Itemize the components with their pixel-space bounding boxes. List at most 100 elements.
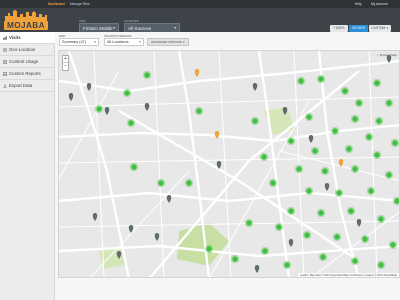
visit-cluster-marker[interactable] (346, 206, 356, 216)
visits-icon (2, 36, 7, 40)
sidebar: Visits Geo-Location Content Usage Custom… (0, 32, 55, 300)
visit-cluster-marker[interactable] (294, 164, 304, 174)
visit-cluster-marker[interactable] (320, 166, 330, 176)
visit-cluster-marker[interactable] (156, 178, 166, 188)
zoom-control: + − (62, 55, 69, 71)
visit-cluster-marker[interactable] (142, 70, 152, 80)
country-select-value: All Locations (107, 40, 129, 44)
sources-value: All Sources (128, 26, 152, 31)
visit-cluster-marker[interactable] (384, 170, 394, 180)
visit-cluster-marker[interactable] (129, 162, 139, 172)
expand-map-button[interactable]: ⤢ Expand Map (377, 53, 397, 57)
range-30-days-button[interactable]: 30 DAYS (349, 25, 368, 32)
expand-map-label: Expand Map (380, 53, 397, 57)
visit-cluster-marker[interactable] (184, 178, 194, 188)
range-7-days-button[interactable]: 7 DAYS (330, 25, 348, 32)
range-custom-button[interactable]: CUSTOM ▼ (369, 25, 391, 32)
visit-cluster-marker[interactable] (122, 88, 132, 98)
visit-cluster-marker[interactable] (332, 232, 342, 242)
globe-icon (2, 48, 7, 52)
visit-cluster-marker[interactable] (259, 152, 269, 162)
header-bar: MOJABA SITE Firstsio Mobile Corporate ▼ … (0, 8, 400, 40)
visit-cluster-marker[interactable] (376, 214, 386, 224)
visit-cluster-marker[interactable] (330, 126, 340, 136)
visit-cluster-marker[interactable] (388, 240, 398, 250)
sidebar-item-label: Export Data (9, 83, 33, 88)
visit-cluster-marker[interactable] (260, 246, 270, 256)
visit-cluster-marker[interactable] (364, 132, 374, 142)
map-attribution: Leaflet | Map data © 2013 OpenStreetMap … (297, 273, 399, 277)
sidebar-item-label: Geo-Location (9, 47, 36, 52)
map-view[interactable]: + − ⤢ Expand Map Leaflet | Map data © 20… (58, 50, 400, 278)
logo-text: MOJABA (4, 21, 48, 30)
chevron-down-icon: ▼ (93, 40, 97, 44)
sidebar-item-custom-reports[interactable]: Custom Reports (0, 68, 55, 80)
visit-cluster-marker[interactable] (310, 146, 320, 156)
visit-cluster-marker[interactable] (390, 138, 399, 148)
sidebar-item-visits[interactable]: Visits (0, 32, 55, 44)
visit-cluster-marker[interactable] (126, 118, 136, 128)
visit-cluster-marker[interactable] (286, 136, 296, 146)
nav-dashboard-link[interactable]: Dashboard (48, 2, 65, 6)
sidebar-item-label: Custom Reports (9, 71, 41, 76)
visit-cluster-marker[interactable] (286, 206, 296, 216)
visit-cluster-marker[interactable] (316, 208, 326, 218)
logo[interactable]: MOJABA (4, 10, 48, 30)
visit-cluster-marker[interactable] (230, 254, 240, 264)
visit-cluster-marker[interactable] (204, 244, 214, 254)
visit-cluster-marker[interactable] (372, 78, 382, 88)
sidebar-item-content-usage[interactable]: Content Usage (0, 56, 55, 68)
sidebar-item-export-data[interactable]: Export Data (0, 80, 55, 92)
country-select[interactable]: All Locations ▼ (104, 38, 144, 46)
help-link[interactable]: Help (355, 2, 362, 6)
map-select[interactable]: Summary (47) ▼ (59, 38, 99, 46)
chevron-down-icon: ▼ (386, 27, 389, 30)
sidebar-item-label: Content Usage (9, 59, 39, 64)
top-bar: Dashboard Manage Sites Help My Account (0, 0, 400, 8)
visit-cluster-marker[interactable] (350, 114, 360, 124)
chevron-down-icon: ▼ (138, 40, 142, 44)
visit-cluster-marker[interactable] (304, 186, 314, 196)
visit-cluster-marker[interactable] (366, 186, 376, 196)
visit-cluster-marker[interactable] (340, 86, 350, 96)
visit-cluster-marker[interactable] (304, 112, 314, 122)
visit-cluster-marker[interactable] (302, 230, 312, 240)
visit-cluster-marker[interactable] (316, 74, 326, 84)
main-content: MAP Summary (47) ▼ COUNTRY/REGION All Lo… (55, 32, 400, 300)
visit-cluster-marker[interactable] (350, 256, 360, 266)
visit-cluster-marker[interactable] (268, 178, 278, 188)
visit-cluster-marker[interactable] (354, 98, 364, 108)
expand-icon: ⤢ (376, 53, 380, 57)
visit-cluster-marker[interactable] (350, 164, 360, 174)
visit-cluster-marker[interactable] (244, 218, 254, 228)
visit-cluster-marker[interactable] (274, 222, 284, 232)
visit-cluster-marker[interactable] (344, 144, 354, 154)
zoom-in-button[interactable]: + (63, 56, 68, 63)
visit-cluster-marker[interactable] (282, 260, 292, 270)
zoom-out-button[interactable]: − (63, 63, 68, 70)
visit-cluster-marker[interactable] (250, 116, 260, 126)
visit-cluster-marker[interactable] (318, 252, 328, 262)
report-icon (2, 72, 7, 76)
chevron-down-icon: ▼ (182, 41, 185, 44)
sidebar-item-geo-location[interactable]: Geo-Location (0, 44, 55, 56)
skyline-icon (5, 10, 47, 21)
visit-cluster-marker[interactable] (376, 260, 386, 270)
document-icon (2, 60, 7, 64)
visit-cluster-marker[interactable] (374, 116, 384, 126)
visit-cluster-marker[interactable] (384, 98, 394, 108)
advanced-options-label: ADVANCED OPTIONS (150, 40, 182, 44)
visit-cluster-marker[interactable] (94, 104, 104, 114)
visit-cluster-marker[interactable] (194, 106, 204, 116)
map-canvas[interactable] (59, 51, 400, 278)
map-select-value: Summary (47) (62, 40, 87, 44)
visit-cluster-marker[interactable] (360, 234, 370, 244)
visit-cluster-marker[interactable] (334, 188, 344, 198)
range-custom-label: CUSTOM (371, 26, 386, 30)
visit-cluster-marker[interactable] (372, 150, 382, 160)
visit-cluster-marker[interactable] (296, 76, 306, 86)
sidebar-item-label: Visits (9, 35, 21, 40)
nav-manage-sites-link[interactable]: Manage Sites (70, 2, 90, 6)
advanced-options-button[interactable]: ADVANCED OPTIONS ▼ (147, 38, 189, 46)
my-account-link[interactable]: My Account (371, 2, 387, 6)
